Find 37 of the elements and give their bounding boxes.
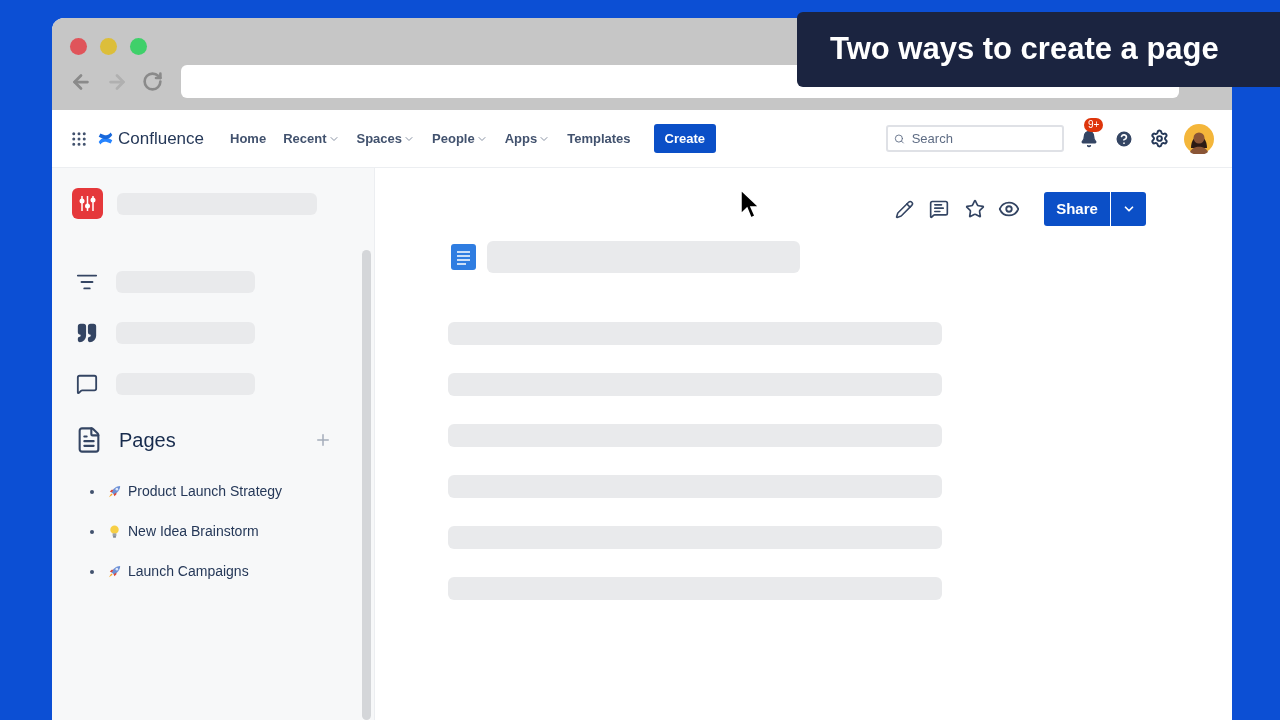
search-field[interactable]: Search	[886, 125, 1064, 152]
page-link[interactable]: New Idea Brainstorm	[128, 521, 259, 542]
nav-menu-item[interactable]: People	[432, 128, 488, 149]
settings-icon[interactable]	[1150, 129, 1169, 148]
avatar-icon[interactable]	[1184, 123, 1214, 154]
page-link[interactable]: Product Launch Strategy	[128, 481, 283, 502]
help-icon[interactable]	[1114, 128, 1134, 149]
star-icon[interactable]	[965, 199, 985, 219]
notifications-icon[interactable]	[1080, 129, 1098, 148]
bullet-icon	[90, 489, 94, 494]
nav-menu-item[interactable]: Apps	[504, 128, 551, 149]
nav-menu-item[interactable]: Spaces	[356, 128, 416, 149]
create-button[interactable]: Create	[653, 124, 716, 153]
rocket-icon	[107, 564, 122, 579]
document-icon	[451, 244, 476, 270]
share-button[interactable]: Share	[1044, 192, 1110, 226]
pages-heading: Pages	[119, 428, 176, 453]
comment-icon[interactable]	[76, 373, 98, 395]
product-name[interactable]: Confluence	[118, 125, 204, 152]
bullet-icon	[90, 569, 94, 574]
search-icon	[894, 132, 905, 145]
page-link[interactable]: Launch Campaigns	[128, 561, 249, 582]
nav-menu-item[interactable]: Templates	[567, 128, 631, 149]
lightbulb-icon	[107, 524, 122, 539]
product-logo-icon[interactable]	[97, 130, 114, 147]
space-icon[interactable]	[72, 188, 103, 219]
app-switcher-icon[interactable]	[70, 129, 88, 148]
nav-menu-item[interactable]: Recent	[283, 128, 340, 149]
search-input[interactable]: Search	[911, 128, 1056, 149]
quote-icon[interactable]	[76, 322, 98, 344]
comment-icon[interactable]	[929, 199, 949, 219]
notification-badge: 9+	[1084, 117, 1104, 132]
bullet-icon	[90, 529, 94, 534]
caption-text: Two ways to create a page	[830, 30, 1219, 69]
rocket-icon	[107, 484, 122, 499]
nav-menu-item[interactable]: Home	[230, 128, 267, 149]
edit-icon[interactable]	[895, 199, 914, 219]
